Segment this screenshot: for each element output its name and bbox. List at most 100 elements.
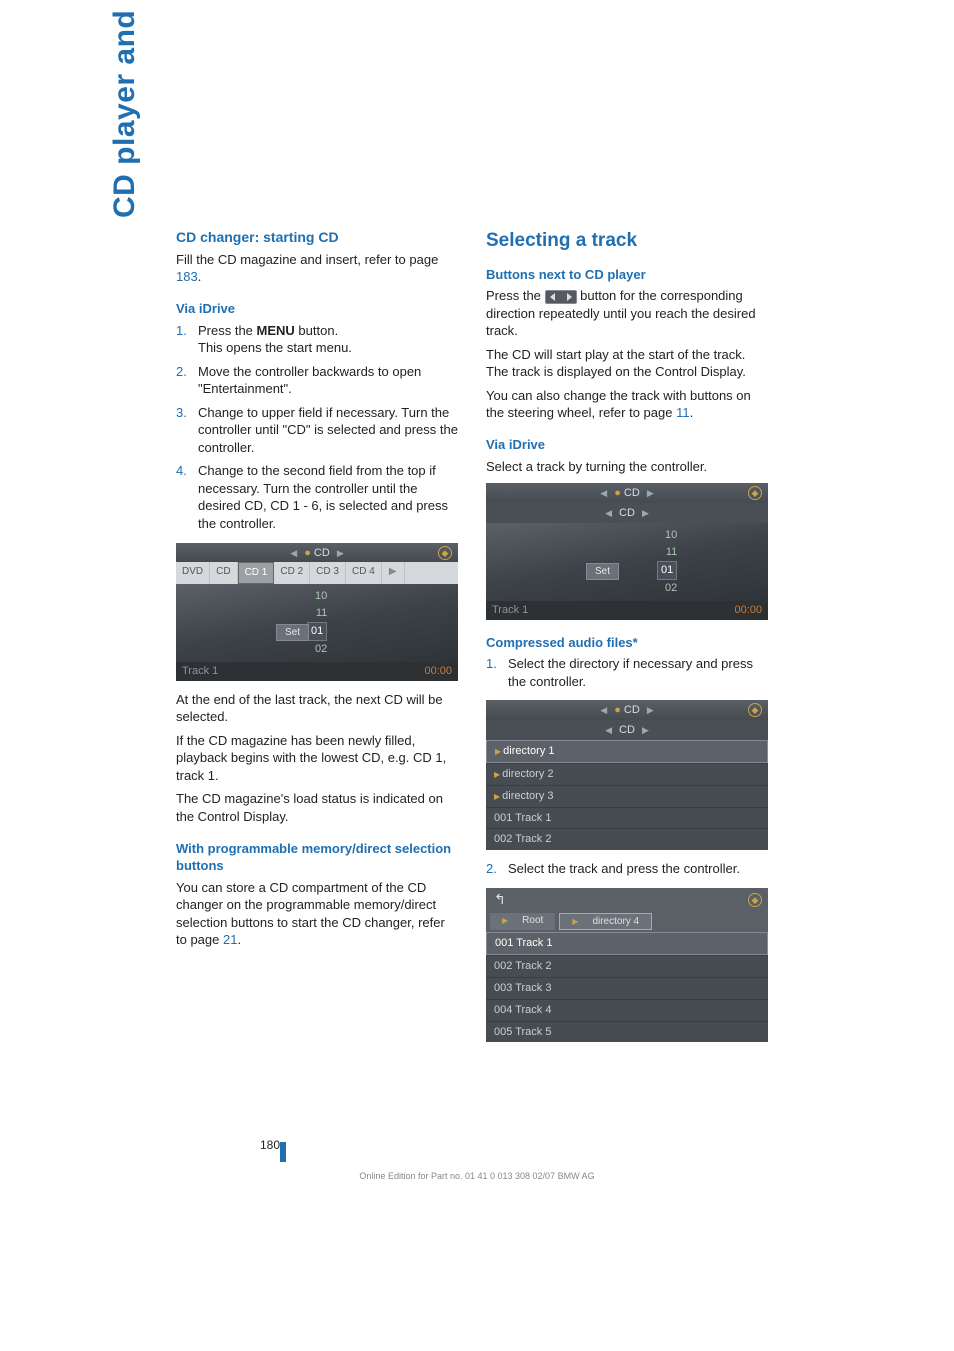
track-wheel: 10 11 01 02 [307,588,327,658]
step-number: 3. [176,404,187,422]
screenshot-body: 10 11 01 02 Set [176,584,458,662]
list-item: 1. Select the directory if necessary and… [486,655,768,690]
list-item: 003 Track 3 [486,977,768,999]
track-label: Track 1 [182,664,218,679]
track-list: 001 Track 1 002 Track 2 003 Track 3 004 … [486,932,768,1042]
section-tab-label: CD player and CD changer [108,0,142,218]
tab-cd3: CD 3 [310,562,346,584]
steps-list: 1. Select the directory if necessary and… [486,655,768,690]
track-wheel: 10 11 01 02 [657,527,677,597]
paragraph: Press the button for the corresponding d… [486,287,768,340]
step-number: 2. [486,860,497,878]
list-item: 005 Track 5 [486,1021,768,1043]
list-item: 001 Track 1 [486,807,768,829]
screenshot-tabs: DVD CD CD 1 CD 2 CD 3 CD 4 ▶ [176,562,458,584]
set-button: Set [276,624,309,642]
chevron-left-icon: ◀ [601,725,616,735]
tab-cd1-selected: CD 1 [238,562,275,584]
step-number: 2. [176,363,187,381]
screenshot-header: ◀ ● CD ▶ ◆ [486,483,768,503]
left-column: CD changer: starting CD Fill the CD maga… [176,228,458,1052]
chevron-left-icon: ◀ [286,548,301,558]
screenshot-subheader: ◀ CD ▶ [486,503,768,523]
heading-via-idrive: Via iDrive [176,300,458,318]
paragraph: At the end of the last track, the next C… [176,691,458,726]
breadcrumb-root: ▶Root [490,913,555,931]
list-item: 4. Change to the second field from the t… [176,462,458,532]
track-label: Track 1 [492,603,528,618]
paragraph: Select a track by turning the controller… [486,458,768,476]
tab-cd: CD [210,562,237,584]
tab-cd2: CD 2 [274,562,310,584]
breadcrumb-current: ▶directory 4 [559,913,652,931]
screenshot-back-bar: ↰ ◆ [486,888,768,911]
list-item-selected: ▶directory 1 [486,740,768,763]
screenshot-footer: Track 1 00:00 [486,601,768,620]
heading-via-idrive-2: Via iDrive [486,436,768,454]
idrive-screenshot-tracks: ↰ ◆ ▶Root ▶directory 4 001 Track 1 002 T… [486,888,768,1043]
page-link-21[interactable]: 21 [223,932,237,947]
page-link-11[interactable]: 11 [676,405,690,420]
chevron-right-icon: ▶ [333,548,348,558]
paragraph: You can store a CD compartment of the CD… [176,879,458,949]
chevron-right-icon: ▶ [643,488,658,498]
screenshot-header: ◀ ● CD ▶ ◆ [176,543,458,563]
list-item: 004 Track 4 [486,999,768,1021]
list-item: 1. Press the MENU button. This opens the… [176,322,458,357]
triangle-right-icon: ▶ [495,747,501,756]
triangle-right-icon: ▶ [566,916,584,927]
screenshot-body: 10 11 01 02 Set [486,523,768,601]
page-accent-icon [280,1142,286,1162]
screenshot-header: ◀ ● CD ▶ ◆ [486,700,768,720]
triangle-right-icon: ▶ [494,770,500,779]
triangle-right-icon: ▶ [494,792,500,801]
step-number: 4. [176,462,187,480]
heading-cd-changer-starting: CD changer: starting CD [176,228,458,247]
content-columns: CD changer: starting CD Fill the CD maga… [176,228,904,1052]
heading-programmable-memory: With programmable memory/direct selectio… [176,840,458,875]
screenshot-footer: Track 1 00:00 [176,662,458,681]
track-time: 00:00 [734,603,762,618]
info-icon: ◆ [438,546,452,560]
idrive-screenshot-directories: ◀ ● CD ▶ ◆ ◀ CD ▶ ▶directory 1 ▶director… [486,700,768,850]
back-icon: ↰ [494,891,506,907]
steps-list: 2. Select the track and press the contro… [486,860,768,878]
list-item: 2. Move the controller backwards to open… [176,363,458,398]
chevron-left-icon: ◀ [596,488,611,498]
page: CD player and CD changer CD changer: sta… [0,0,954,1351]
chevron-right-icon: ▶ [382,562,405,584]
triangle-right-icon: ▶ [496,915,514,926]
heading-buttons-cdplayer: Buttons next to CD player [486,266,768,284]
paragraph: The CD magazine's load status is indicat… [176,790,458,825]
chevron-right-icon: ▶ [638,725,653,735]
page-number: 180 [260,1136,292,1156]
info-icon: ◆ [748,893,762,907]
skip-button-icon [545,290,577,304]
chevron-right-icon: ▶ [643,705,658,715]
list-item: 002 Track 2 [486,955,768,977]
step-number: 1. [486,655,497,673]
step-number: 1. [176,322,187,340]
idrive-screenshot-track: ◀ ● CD ▶ ◆ ◀ CD ▶ 10 11 01 02 [486,483,768,620]
screenshot-subheader: ◀ CD ▶ [486,720,768,740]
idrive-screenshot-cdchanger: ◀ ● CD ▶ ◆ DVD CD CD 1 CD 2 CD 3 CD 4 ▶ [176,543,458,681]
paragraph: The CD will start play at the start of t… [486,346,768,381]
list-item: ▶directory 3 [486,785,768,807]
info-icon: ◆ [748,703,762,717]
list-item: 2. Select the track and press the contro… [486,860,768,878]
paragraph: Fill the CD magazine and insert, refer t… [176,251,458,286]
page-link-183[interactable]: 183 [176,269,198,284]
set-button: Set [586,563,619,581]
tab-dvd: DVD [176,562,210,584]
steps-list: 1. Press the MENU button. This opens the… [176,322,458,533]
tab-cd4: CD 4 [346,562,382,584]
right-column: Selecting a track Buttons next to CD pla… [486,228,768,1052]
directory-list: ▶directory 1 ▶directory 2 ▶directory 3 0… [486,740,768,850]
chevron-left-icon: ◀ [596,705,611,715]
list-item: ▶directory 2 [486,763,768,785]
chevron-right-icon: ▶ [638,508,653,518]
footer-edition-line: Online Edition for Part no. 01 41 0 013 … [0,1171,954,1181]
paragraph: You can also change the track with butto… [486,387,768,422]
list-item: 3. Change to upper field if necessary. T… [176,404,458,457]
list-item: 002 Track 2 [486,828,768,850]
